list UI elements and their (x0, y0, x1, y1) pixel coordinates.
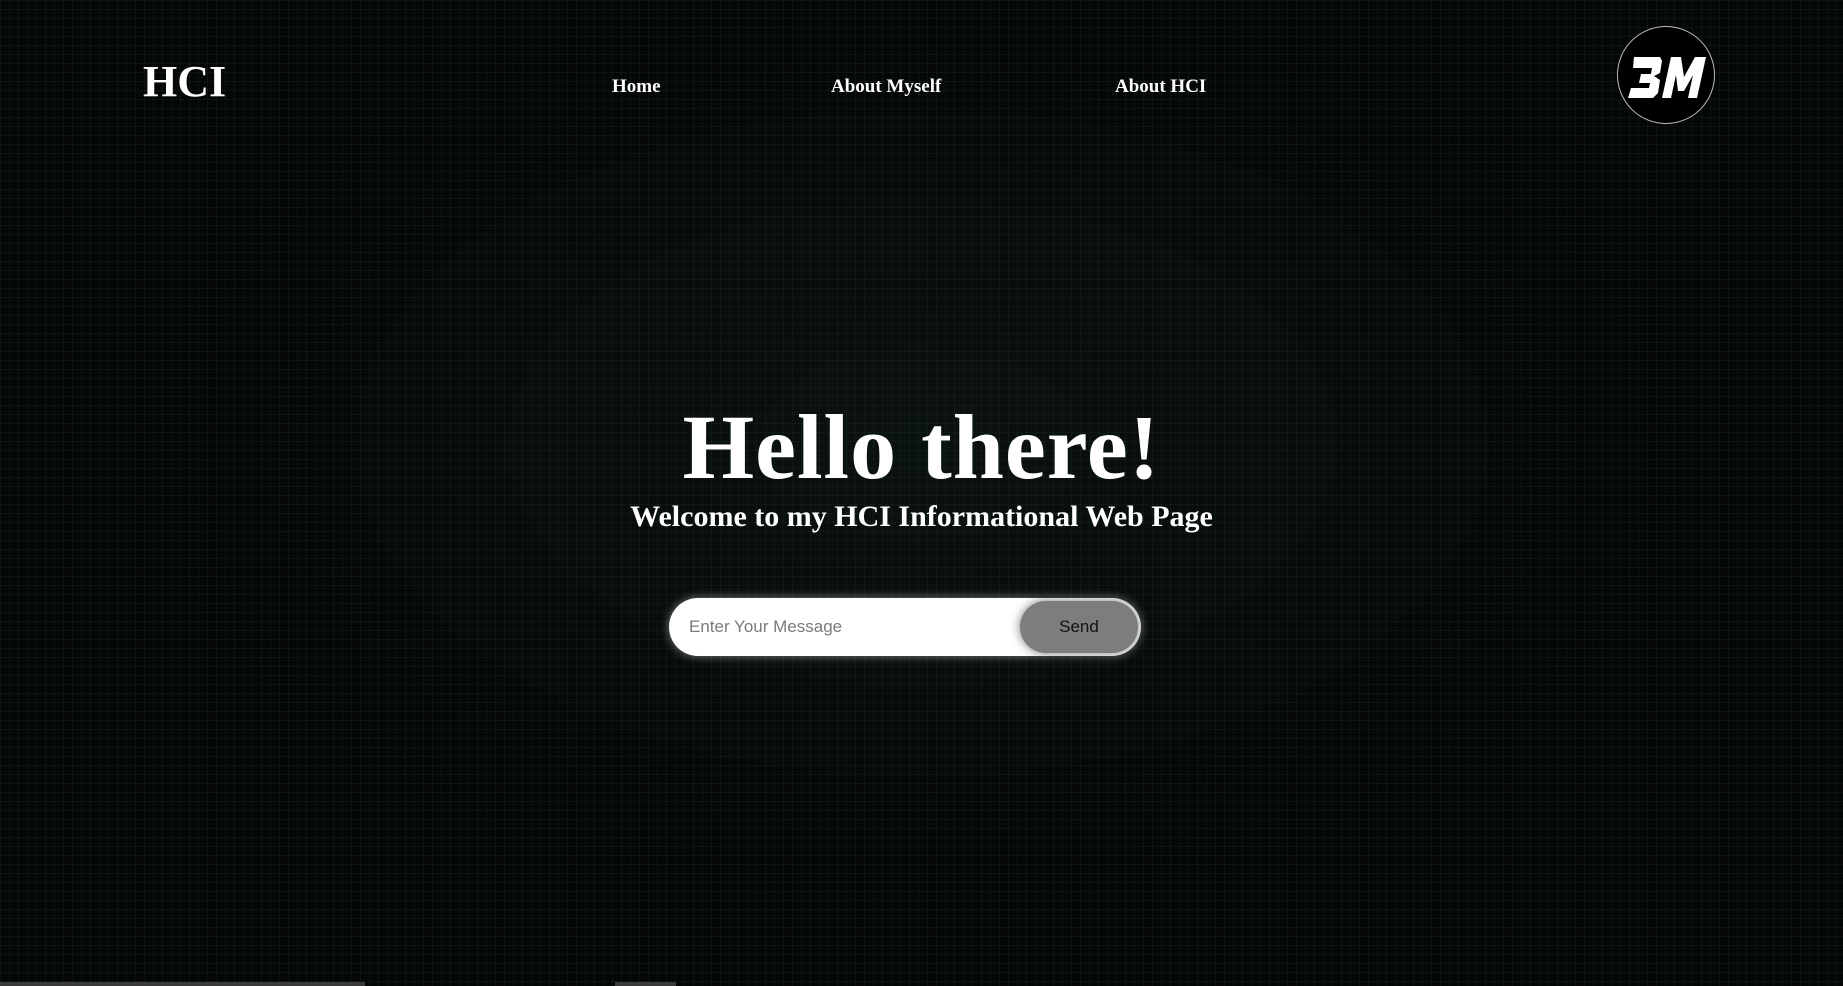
3m-logo-icon (1628, 57, 1706, 98)
hero-title: Hello there! (682, 396, 1161, 498)
hero-subtitle: Welcome to my HCI Informational Web Page (630, 500, 1213, 533)
message-form: Send (669, 598, 1141, 656)
message-input[interactable] (689, 612, 1009, 642)
main-nav: Home About Myself About HCI (0, 76, 1843, 102)
horizontal-scrollbar[interactable] (0, 982, 1843, 986)
nav-link-about-hci[interactable]: About HCI (1115, 76, 1206, 98)
site-header: HCI Home About Myself About HCI (0, 0, 1843, 160)
nav-link-home[interactable]: Home (612, 76, 661, 98)
scrollbar-thumb[interactable] (0, 982, 365, 986)
nav-link-about-myself[interactable]: About Myself (831, 76, 941, 98)
send-button[interactable]: Send (1020, 601, 1138, 653)
hero-section: Hello there! Welcome to my HCI Informati… (0, 395, 1843, 535)
logo[interactable] (1617, 26, 1715, 124)
scrollbar-thumb-secondary[interactable] (615, 982, 676, 986)
